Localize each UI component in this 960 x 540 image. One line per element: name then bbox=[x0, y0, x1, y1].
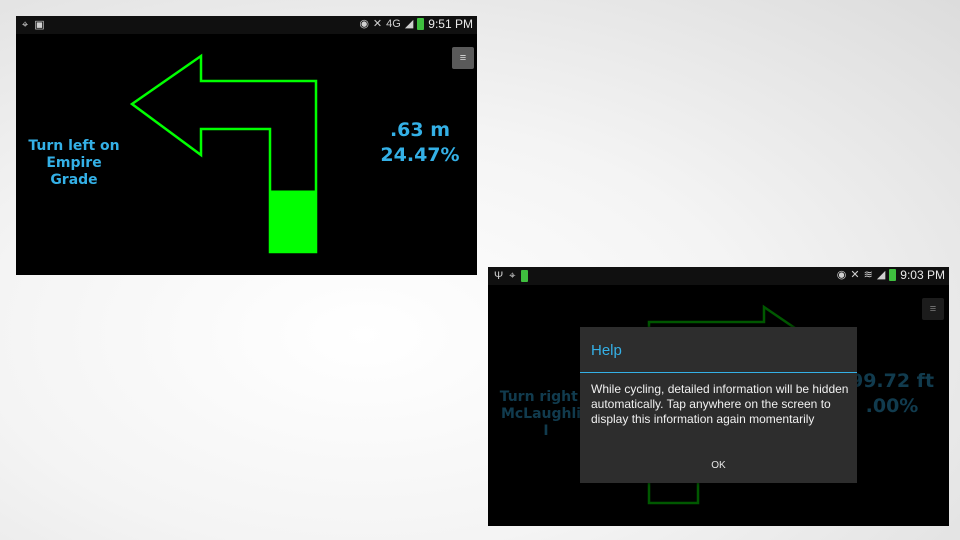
navigation-screen-help-dialog[interactable]: Ψ ⌖ ◉ ✕ ≋ ◢ 9:03 PM ≡ Turn right o McLau… bbox=[488, 267, 949, 526]
metrics-panel: .63 m 24.47% bbox=[368, 118, 472, 168]
help-dialog: Help While cycling, detailed information… bbox=[580, 327, 857, 483]
turn-instruction: Turn left on Empire Grade bbox=[24, 138, 124, 189]
turn-instruction-line-1: Turn left on bbox=[28, 138, 120, 154]
dialog-divider bbox=[580, 372, 857, 373]
distance-value: .63 m bbox=[389, 119, 451, 141]
dialog-message: While cycling, detailed information will… bbox=[591, 382, 849, 426]
turn-instruction-line-2: Empire Grade bbox=[46, 155, 102, 188]
dialog-title: Help bbox=[591, 342, 622, 359]
ok-button[interactable]: OK bbox=[580, 453, 857, 479]
distance-progress-fill bbox=[270, 190, 316, 252]
navigation-screen-left-turn[interactable]: ⌖ ▣ ◉ ✕ 4G ◢ 9:51 PM ≡ Turn left on Empi… bbox=[16, 16, 477, 275]
grade-value: 24.47% bbox=[380, 144, 460, 166]
